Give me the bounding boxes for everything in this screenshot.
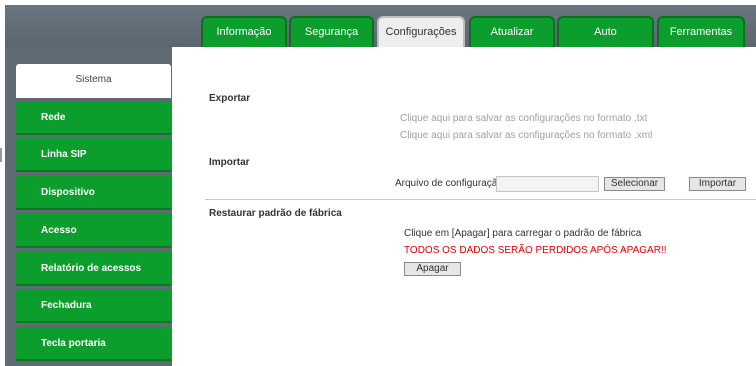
restore-instruction: Clique em [Apagar] para carregar o padrã… xyxy=(404,228,642,239)
tab-seguranca[interactable]: Segurança xyxy=(289,16,374,47)
section-divider xyxy=(205,199,756,200)
config-file-label: Arquivo de configuração: xyxy=(395,178,506,189)
sidebar-item-fechadura[interactable]: Fechadura xyxy=(16,289,171,323)
import-section-title: Importar xyxy=(209,157,250,168)
left-edge-marker xyxy=(0,148,2,162)
config-file-input[interactable] xyxy=(496,176,599,192)
import-button[interactable]: Importar xyxy=(689,177,746,191)
sidebar-item-linha-sip[interactable]: Linha SIP xyxy=(16,138,171,172)
tab-auto-provisionamento[interactable]: Auto provisionamento xyxy=(557,16,654,67)
tab-ferramentas[interactable]: Ferramentas xyxy=(657,16,745,47)
sidebar-item-dispositivo[interactable]: Dispositivo xyxy=(16,176,171,210)
data-loss-warning: TODOS OS DADOS SERÃO PERDIDOS APÓS APAGA… xyxy=(404,245,667,256)
erase-button[interactable]: Apagar xyxy=(404,262,461,276)
tab-informacao[interactable]: Informação xyxy=(201,16,287,47)
sidebar-item-acesso[interactable]: Acesso xyxy=(16,214,171,248)
sidebar-item-rede[interactable]: Rede xyxy=(16,101,171,135)
export-section-title: Exportar xyxy=(209,93,251,104)
sidebar-item-tecla-portaria[interactable]: Tecla portaria xyxy=(16,327,171,361)
export-txt-link[interactable]: Clique aqui para salvar as configurações… xyxy=(400,113,647,124)
restore-section-title: Restaurar padrão de fábrica xyxy=(209,208,342,219)
export-xml-link[interactable]: Clique aqui para salvar as configurações… xyxy=(400,130,652,141)
sidebar-item-sistema[interactable]: Sistema xyxy=(16,64,171,98)
tab-configuracoes[interactable]: Configurações xyxy=(377,16,465,47)
sidebar-item-relatorio-de-acessos[interactable]: Relatório de acessos xyxy=(16,252,171,286)
tab-atualizar[interactable]: Atualizar xyxy=(469,16,555,47)
sidebar: Sistema Rede Linha SIP Dispositivo Acess… xyxy=(5,47,172,366)
select-file-button[interactable]: Selecionar xyxy=(604,177,665,191)
